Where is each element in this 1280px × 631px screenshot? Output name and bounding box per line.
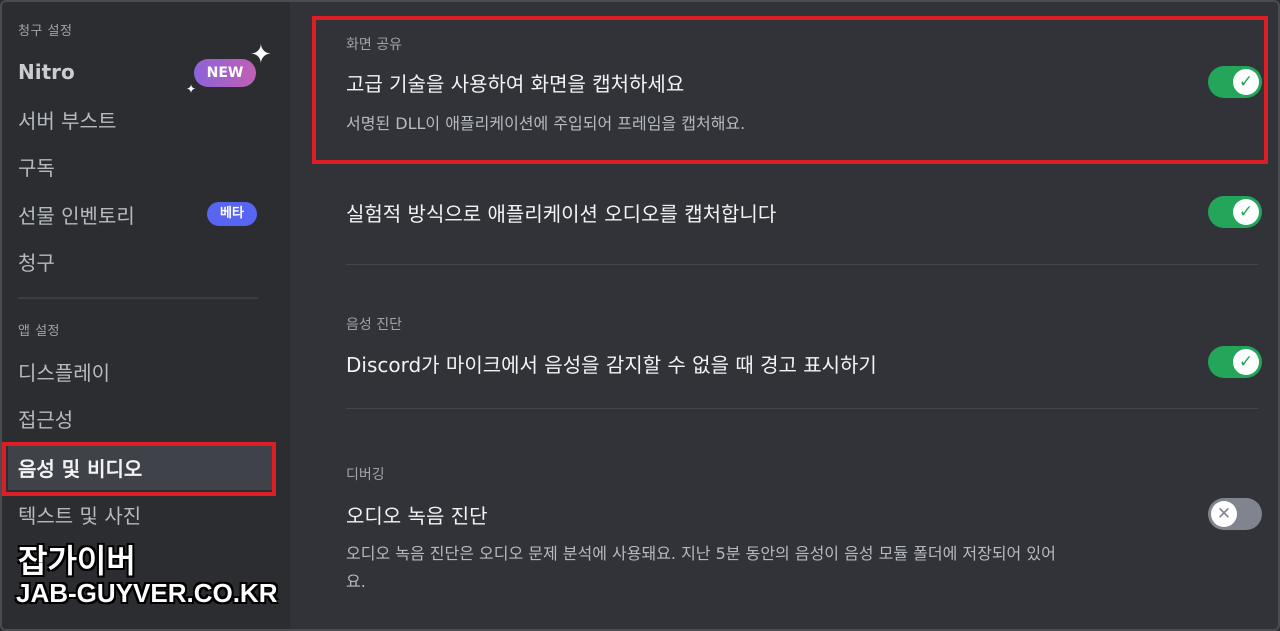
divider (346, 408, 1258, 409)
debug-title: 오디오 녹음 진단 (346, 504, 488, 528)
debug-desc-line2: 요. (346, 572, 366, 591)
debug-desc-line1: 오디오 녹음 진단은 오디오 문제 분석에 사용돼요. 지난 5분 동안의 음성… (346, 544, 1056, 563)
watermark-korean: 잡가이버 (18, 542, 136, 580)
sidebar-item-accessibility[interactable]: 접근성 (18, 404, 73, 433)
sidebar-item-server-boost[interactable]: 서버 부스트 (18, 105, 116, 134)
debug-toggle[interactable]: ✕ (1208, 498, 1262, 530)
app-settings-header: 앱 설정 (18, 324, 61, 339)
sparkle-small-icon: ✦ (186, 82, 197, 96)
settings-window: 청구 설정 Nitro NEW ✦ ✦ 서버 부스트 구독 선물 인벤토리 베타… (0, 0, 1280, 631)
sidebar-item-billing[interactable]: 청구 (18, 247, 55, 276)
audio-capture-toggle[interactable]: ✓ (1208, 196, 1262, 228)
voice-diag-header: 음성 진단 (346, 317, 402, 333)
voice-diag-title: Discord가 마이크에서 음성을 감지할 수 없을 때 경고 표시하기 (346, 353, 877, 377)
x-icon: ✕ (1211, 501, 1237, 527)
sidebar-item-text-images[interactable]: 텍스트 및 사진 (18, 500, 141, 529)
sparkle-icon: ✦ (250, 40, 272, 70)
main-content: 화면 공유 고급 기술을 사용하여 화면을 캡처하세요 서명된 DLL이 애플리… (290, 2, 1278, 629)
sidebar-item-subscriptions[interactable]: 구독 (18, 152, 55, 181)
voice-video-highlight (2, 442, 276, 496)
beta-badge: 베타 (207, 202, 257, 226)
sidebar-divider (18, 297, 258, 299)
sidebar-item-gift-inventory[interactable]: 선물 인벤토리 (18, 200, 135, 229)
sidebar: 청구 설정 Nitro NEW ✦ ✦ 서버 부스트 구독 선물 인벤토리 베타… (2, 2, 290, 629)
debug-header: 디버깅 (346, 467, 385, 483)
sidebar-item-display[interactable]: 디스플레이 (18, 357, 110, 386)
divider (346, 264, 1258, 265)
new-badge: NEW (194, 59, 256, 87)
audio-capture-title: 실험적 방식으로 애플리케이션 오디오를 캡처합니다 (346, 202, 777, 226)
billing-settings-header: 청구 설정 (18, 24, 73, 39)
voice-diag-toggle[interactable]: ✓ (1208, 346, 1262, 378)
screen-share-highlight (312, 16, 1268, 164)
watermark-url: JAB-GUYVER.CO.KR (16, 578, 278, 608)
check-icon: ✓ (1233, 349, 1259, 375)
sidebar-item-nitro[interactable]: Nitro (18, 60, 75, 84)
check-icon: ✓ (1233, 199, 1259, 225)
